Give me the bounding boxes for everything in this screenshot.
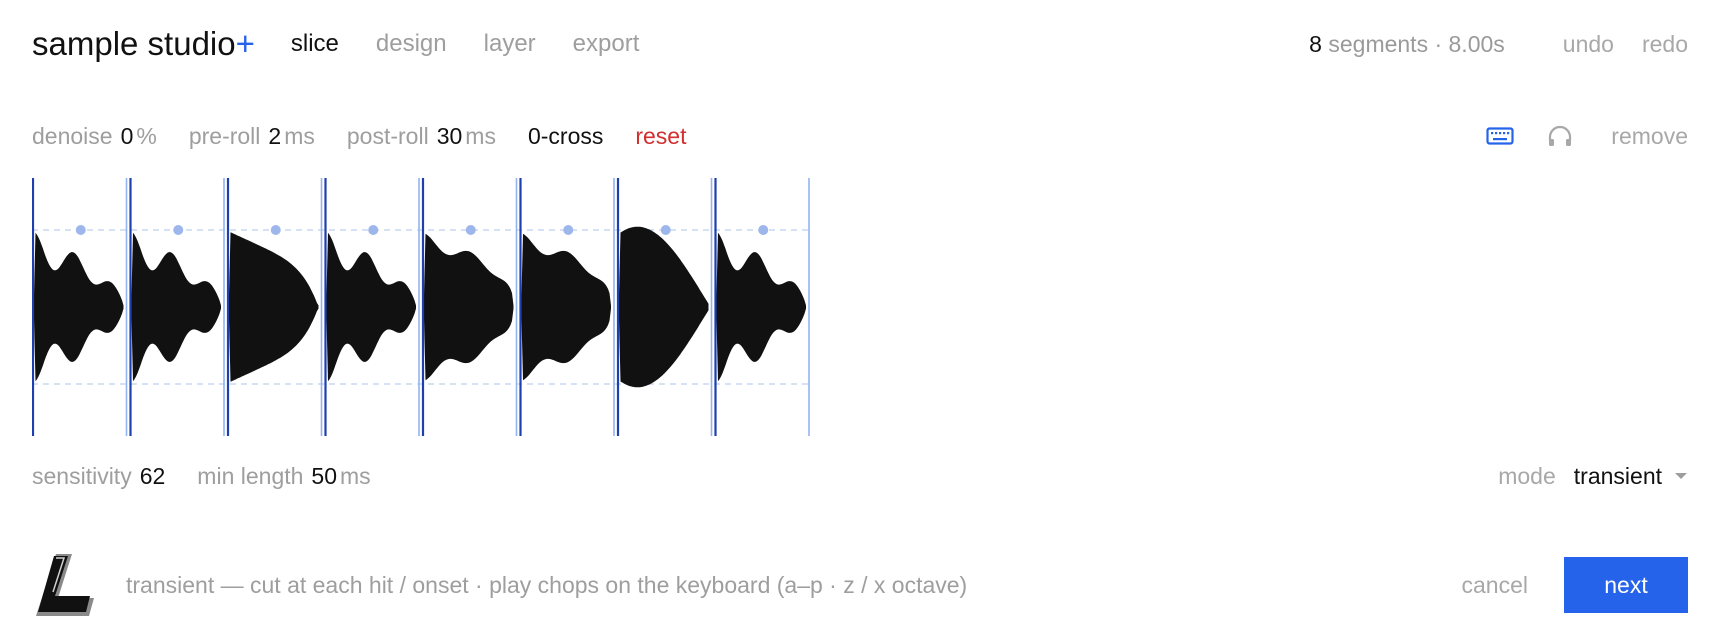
tab-slice[interactable]: slice: [291, 30, 339, 58]
mode-label: mode: [1498, 462, 1556, 489]
min-length-param[interactable]: min length 50 ms: [197, 463, 370, 490]
segment-handle[interactable]: [75, 225, 86, 235]
tab-layer[interactable]: layer: [484, 30, 536, 58]
reset-button[interactable]: reset: [635, 123, 686, 150]
segment-handle[interactable]: [270, 225, 281, 235]
sensitivity-param[interactable]: sensitivity 62: [32, 463, 165, 490]
denoise-param[interactable]: denoise 0%: [32, 123, 157, 150]
zero-cross-toggle[interactable]: 0-cross: [528, 123, 603, 150]
segment-handle[interactable]: [660, 225, 671, 235]
waveform-segment: [619, 226, 709, 388]
logo-icon: [36, 554, 94, 616]
undo-button[interactable]: undo: [1563, 31, 1614, 58]
waveform-segment: [229, 232, 319, 382]
slice-params: denoise 0% pre-roll 2 ms post-roll 30 ms 0-cr…: [32, 114, 1688, 158]
detection-params: sensitivity 62 min length 50 ms mode transi…: [32, 456, 1688, 496]
mode-value: transient: [1573, 462, 1662, 489]
waveform-editor[interactable]: [32, 178, 812, 436]
app-title: sample studio+: [32, 25, 255, 62]
footer: transient — cut at each hit / onset · pl…: [32, 552, 1688, 618]
segment-handle[interactable]: [563, 225, 574, 235]
redo-button[interactable]: redo: [1642, 31, 1688, 58]
tab-export[interactable]: export: [573, 30, 640, 58]
waveform-segment: [131, 232, 221, 382]
segment-count: 8: [1309, 30, 1322, 57]
segment-handle[interactable]: [368, 225, 379, 235]
waveform-segment: [716, 232, 806, 382]
headphones-icon[interactable]: [1545, 121, 1575, 151]
tab-design[interactable]: design: [376, 30, 447, 58]
segment-summary: 8 segments · 8.00s: [1309, 30, 1505, 57]
cancel-button[interactable]: cancel: [1462, 572, 1528, 599]
waveform-segment: [424, 233, 514, 381]
segment-handle[interactable]: [758, 225, 769, 235]
chevron-down-icon: [1675, 473, 1687, 479]
app-header: sample studio+ slice design layer export…: [32, 18, 1688, 70]
next-button[interactable]: next: [1564, 557, 1688, 613]
mode-hint: transient — cut at each hit / onset · pl…: [126, 571, 968, 598]
waveform-segment: [326, 232, 416, 382]
segment-handle[interactable]: [465, 225, 476, 235]
waveform-segment: [521, 233, 611, 381]
waveform-segment: [34, 232, 124, 382]
keyboard-icon[interactable]: [1485, 121, 1515, 151]
pre-roll-param[interactable]: pre-roll 2 ms: [189, 123, 315, 150]
segment-handle[interactable]: [173, 225, 184, 235]
post-roll-param[interactable]: post-roll 30 ms: [347, 123, 496, 150]
mode-select[interactable]: mode transient: [1498, 463, 1688, 490]
remove-button[interactable]: remove: [1611, 123, 1688, 150]
brand-plus: +: [235, 25, 255, 62]
